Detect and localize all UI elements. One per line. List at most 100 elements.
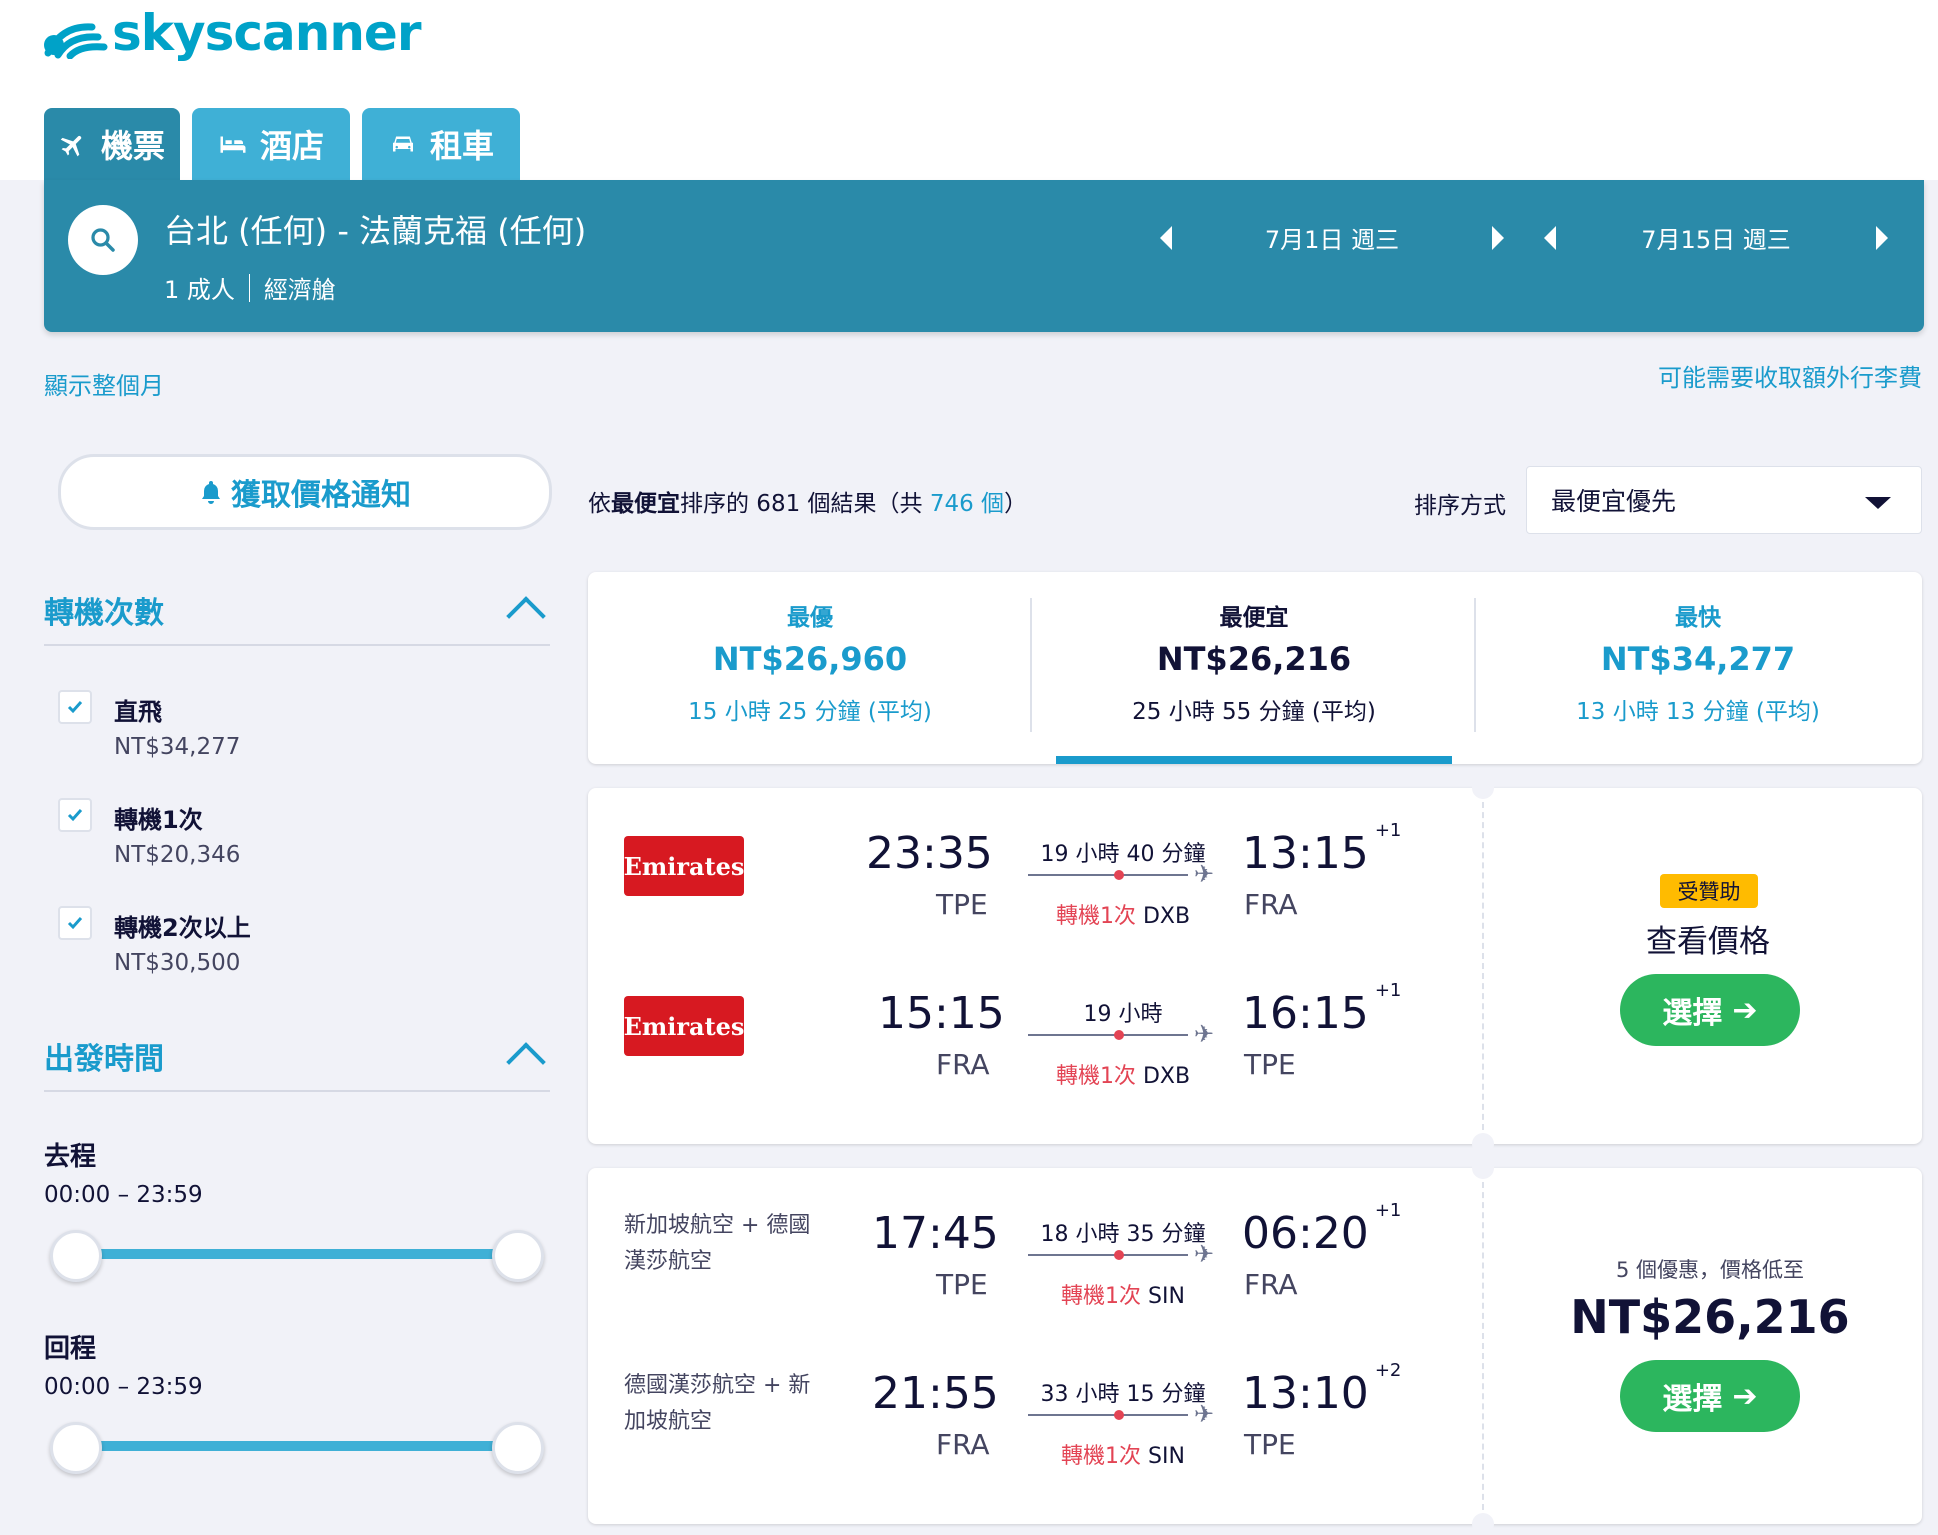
times-filter-header[interactable]: 出發時間 xyxy=(44,1034,550,1082)
results-suffix: ） xyxy=(1004,491,1028,517)
return-slider-end-handle[interactable] xyxy=(492,1422,544,1474)
checkbox[interactable] xyxy=(58,690,92,724)
depart-next-arrow-icon[interactable] xyxy=(1492,225,1504,250)
product-tabs: 機票 酒店 租車 xyxy=(44,108,520,180)
times-filter-title: 出發時間 xyxy=(44,1042,164,1077)
tab-car-hire[interactable]: 租車 xyxy=(362,108,520,180)
plane-icon: ✈ xyxy=(1194,860,1215,888)
ticket-notch xyxy=(1472,1133,1494,1155)
divider xyxy=(248,273,250,302)
logo-text: skyscanner xyxy=(112,4,422,62)
return-date[interactable]: 7月15日 週三 xyxy=(1556,220,1876,255)
results-prefix: 依 xyxy=(588,491,611,517)
skyscanner-logo[interactable]: skyscanner xyxy=(42,4,422,62)
cabin-class: 經濟艙 xyxy=(263,276,336,304)
price-alert-button[interactable]: 獲取價格通知 xyxy=(58,454,552,530)
view-price-label: 查看價格 xyxy=(1646,924,1770,960)
tab-flights[interactable]: 機票 xyxy=(44,108,180,180)
adults-count: 1 成人 xyxy=(164,276,235,304)
filter-direct-price: NT$34,277 xyxy=(114,734,241,760)
sunrise-logo-icon xyxy=(44,23,108,59)
stops-info: 轉機1次 DXB xyxy=(1018,898,1228,930)
route-text[interactable]: 台北 (任何) - 法蘭克福 (任何) xyxy=(164,206,586,252)
summary-cheapest[interactable]: 最便宜 NT$26,216 25 小時 55 分鐘 (平均) xyxy=(1032,572,1476,764)
arrival-airport: FRA xyxy=(1244,1268,1298,1301)
airline-name: 德國漢莎航空 + 新加坡航空 xyxy=(624,1373,811,1434)
outbound-label: 去程 xyxy=(44,1142,97,1172)
route-line xyxy=(1028,1414,1188,1416)
stops-count: 轉機1次 xyxy=(1055,904,1136,929)
tab-hotels[interactable]: 酒店 xyxy=(192,108,350,180)
depart-prev-arrow-icon[interactable] xyxy=(1160,225,1172,250)
sponsored-badge: 受贊助 xyxy=(1660,874,1758,908)
arrival-time: 06:20 +1 xyxy=(1242,1200,1401,1259)
summary-price: NT$34,277 xyxy=(1600,640,1796,678)
chevron-up-icon[interactable] xyxy=(506,596,546,636)
stop-dot-icon xyxy=(1114,1410,1124,1420)
day-offset: +2 xyxy=(1374,1360,1402,1381)
checkbox[interactable] xyxy=(58,798,92,832)
stop-dot-icon xyxy=(1114,1250,1124,1260)
plane-icon xyxy=(60,136,82,157)
selected-tab-indicator xyxy=(1056,756,1452,764)
flight-result-card[interactable]: Emirates 23:35 TPE 19 小時 40 分鐘 ✈ 轉機1次 DX… xyxy=(588,777,1922,1155)
sort-select[interactable]: 最便宜優先 xyxy=(1526,466,1922,534)
chevron-up-icon[interactable] xyxy=(506,1042,546,1082)
search-summary-bar: 台北 (任何) - 法蘭克福 (任何) 1 成人 經濟艙 7月1日 週三 7月1… xyxy=(44,180,1924,332)
select-button[interactable]: 選擇 ➔ xyxy=(1620,974,1800,1046)
depart-date[interactable]: 7月1日 週三 xyxy=(1172,220,1492,255)
outbound-slider-track[interactable] xyxy=(75,1249,515,1259)
route-line xyxy=(1028,1254,1188,1256)
return-slider-start-handle[interactable] xyxy=(50,1422,102,1474)
sort-value: 最便宜優先 xyxy=(1551,487,1677,516)
airline-logo: Emirates xyxy=(624,836,744,896)
flight-leg-outbound: Emirates 23:35 TPE 19 小時 40 分鐘 ✈ 轉機1次 DX… xyxy=(588,820,1468,986)
results-middle: 排序的 681 個結果（共 xyxy=(680,491,930,517)
stops-count: 轉機1次 xyxy=(1061,1444,1142,1469)
results-count: 依最便宜排序的 681 個結果（共 746 個） xyxy=(588,484,1027,518)
summary-best[interactable]: 最優 NT$26,960 15 小時 25 分鐘 (平均) xyxy=(588,572,1032,764)
stops-count: 轉機1次 xyxy=(1055,1064,1136,1089)
baggage-fees-link[interactable]: 可能需要收取額外行李費 xyxy=(1658,358,1922,393)
results-sort-word: 最便宜 xyxy=(611,491,680,517)
results-total-link[interactable]: 746 個 xyxy=(930,491,1004,517)
arrival-airport: TPE xyxy=(1244,1428,1296,1461)
flight-leg-outbound: 新加坡航空 + 德國漢莎航空 17:45 TPE 18 小時 35 分鐘 ✈ 轉… xyxy=(588,1200,1468,1364)
checkbox[interactable] xyxy=(58,906,92,940)
stops-filter-title: 轉機次數 xyxy=(44,596,164,631)
filter-two-plus-stops-price: NT$30,500 xyxy=(114,950,241,976)
tab-label: 租車 xyxy=(429,127,494,165)
flight-leg-return: Emirates 15:15 FRA 19 小時 ✈ 轉機1次 DXB 16:1… xyxy=(588,980,1468,1146)
arrival-airport: TPE xyxy=(1244,1048,1296,1081)
stop-airport: DXB xyxy=(1142,904,1191,929)
route-line xyxy=(1028,1034,1188,1036)
filter-two-plus-stops-checkbox[interactable] xyxy=(58,906,92,940)
return-next-arrow-icon[interactable] xyxy=(1876,225,1888,250)
route-line xyxy=(1028,874,1188,876)
outbound-slider-end-handle[interactable] xyxy=(492,1230,544,1282)
car-icon xyxy=(392,136,413,152)
passenger-cabin[interactable]: 1 成人 經濟艙 xyxy=(164,270,336,305)
departure-time: 23:35 xyxy=(866,828,993,879)
divider xyxy=(1482,1172,1484,1520)
return-prev-arrow-icon[interactable] xyxy=(1544,225,1556,250)
return-slider-track[interactable] xyxy=(75,1441,515,1451)
summary-fastest[interactable]: 最快 NT$34,277 13 小時 13 分鐘 (平均) xyxy=(1476,572,1920,764)
show-whole-month-link[interactable]: 顯示整個月 xyxy=(44,366,164,401)
departure-time: 15:15 xyxy=(878,988,1005,1039)
depart-date-picker: 7月1日 週三 xyxy=(1160,220,1504,255)
summary-price: NT$26,216 xyxy=(1156,640,1352,678)
summary-title: 最便宜 xyxy=(1219,605,1289,631)
day-offset: +1 xyxy=(1374,1200,1402,1221)
filter-one-stop-checkbox[interactable] xyxy=(58,798,92,832)
flight-result-card[interactable]: 新加坡航空 + 德國漢莎航空 17:45 TPE 18 小時 35 分鐘 ✈ 轉… xyxy=(588,1157,1922,1535)
edit-search-button[interactable] xyxy=(68,205,138,275)
outbound-slider-start-handle[interactable] xyxy=(50,1230,102,1282)
select-button[interactable]: 選擇 ➔ xyxy=(1620,1360,1800,1432)
divider xyxy=(44,644,550,646)
return-label: 回程 xyxy=(44,1334,97,1364)
check-icon xyxy=(67,701,83,714)
arrival-time-value: 13:10 xyxy=(1242,1368,1369,1419)
filter-direct-checkbox[interactable] xyxy=(58,690,92,724)
stops-filter-header[interactable]: 轉機次數 xyxy=(44,588,550,636)
